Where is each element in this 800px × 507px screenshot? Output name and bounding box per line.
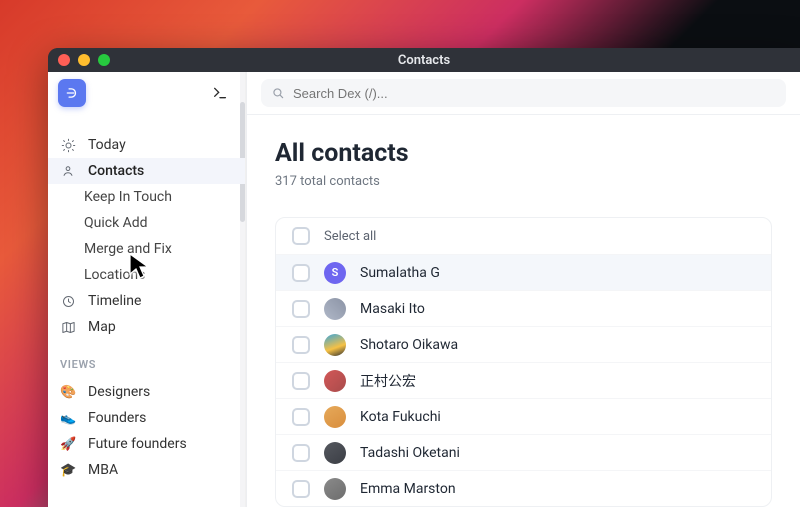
nav-label: Quick Add	[84, 215, 148, 231]
view-mba[interactable]: 🎓 MBA	[48, 457, 245, 483]
palette-icon: 🎨	[60, 385, 76, 400]
select-all-label: Select all	[324, 229, 376, 244]
sun-icon	[60, 138, 76, 153]
avatar	[324, 334, 346, 356]
view-future-founders[interactable]: 🚀 Future founders	[48, 431, 245, 457]
nav-keep-in-touch[interactable]: Keep In Touch	[48, 184, 245, 210]
contact-row[interactable]: Masaki Ito	[276, 290, 771, 326]
row-checkbox[interactable]	[292, 480, 310, 498]
window-controls	[58, 54, 110, 66]
row-checkbox[interactable]	[292, 300, 310, 318]
row-checkbox[interactable]	[292, 336, 310, 354]
shoe-icon: 👟	[60, 411, 76, 426]
minimize-window-button[interactable]	[78, 54, 90, 66]
maximize-window-button[interactable]	[98, 54, 110, 66]
contact-row[interactable]: S Sumalatha G	[276, 254, 771, 290]
page-title: All contacts	[275, 139, 772, 168]
close-window-button[interactable]	[58, 54, 70, 66]
contact-row[interactable]: 正村公宏	[276, 362, 771, 398]
row-checkbox[interactable]	[292, 264, 310, 282]
searchbar-container	[247, 72, 800, 115]
titlebar: Contacts	[48, 48, 800, 72]
nav-label: Map	[88, 319, 116, 335]
main-panel: All contacts 317 total contacts Select a…	[246, 72, 800, 507]
command-palette-button[interactable]	[205, 72, 235, 114]
contact-row[interactable]: Tadashi Oketani	[276, 434, 771, 470]
row-checkbox[interactable]	[292, 444, 310, 462]
searchbar[interactable]	[261, 79, 786, 107]
nav-merge-and-fix[interactable]: Merge and Fix	[48, 236, 245, 262]
contact-name: Sumalatha G	[360, 265, 440, 281]
app-content: Today Contacts Keep In Touch Quick Add M…	[48, 72, 800, 507]
view-label: MBA	[88, 462, 118, 478]
clock-icon	[60, 294, 76, 309]
views-header: VIEWS	[48, 340, 245, 379]
sidebar: Today Contacts Keep In Touch Quick Add M…	[48, 72, 246, 507]
avatar	[324, 370, 346, 392]
nav-today[interactable]: Today	[48, 132, 245, 158]
select-all-checkbox[interactable]	[292, 227, 310, 245]
row-checkbox[interactable]	[292, 408, 310, 426]
select-all-row[interactable]: Select all	[276, 218, 771, 254]
contact-name: 正村公宏	[360, 371, 416, 391]
view-label: Designers	[88, 384, 150, 400]
row-checkbox[interactable]	[292, 372, 310, 390]
nav-timeline[interactable]: Timeline	[48, 288, 245, 314]
contacts-list: Select all S Sumalatha G Masaki Ito	[275, 217, 772, 507]
nav-label: Locations	[84, 267, 145, 283]
nav-label: Timeline	[88, 293, 141, 309]
contact-row[interactable]: Kota Fukuchi	[276, 398, 771, 434]
avatar	[324, 478, 346, 500]
nav-label: Keep In Touch	[84, 189, 172, 205]
map-icon	[60, 320, 76, 335]
rocket-icon: 🚀	[60, 437, 76, 452]
view-founders[interactable]: 👟 Founders	[48, 405, 245, 431]
contact-name: Tadashi Oketani	[360, 445, 460, 461]
search-icon	[271, 86, 285, 100]
view-label: Future founders	[88, 436, 187, 452]
search-input[interactable]	[293, 86, 776, 101]
nav-label: Merge and Fix	[84, 241, 172, 257]
contact-name: Shotaro Oikawa	[360, 337, 458, 353]
contact-row[interactable]: Shotaro Oikawa	[276, 326, 771, 362]
window-title: Contacts	[48, 53, 800, 68]
app-window: Contacts Today	[48, 48, 800, 507]
sidebar-nav: Today Contacts Keep In Touch Quick Add M…	[48, 114, 245, 483]
page-subtitle: 317 total contacts	[275, 174, 772, 189]
nav-map[interactable]: Map	[48, 314, 245, 340]
contact-name: Masaki Ito	[360, 301, 425, 317]
nav-contacts[interactable]: Contacts	[48, 158, 245, 184]
person-icon	[60, 164, 76, 178]
avatar	[324, 442, 346, 464]
view-label: Founders	[88, 410, 146, 426]
avatar	[324, 298, 346, 320]
avatar	[324, 406, 346, 428]
avatar: S	[324, 262, 346, 284]
contact-name: Kota Fukuchi	[360, 409, 441, 425]
nav-label: Contacts	[88, 163, 144, 179]
view-designers[interactable]: 🎨 Designers	[48, 379, 245, 405]
app-logo[interactable]	[58, 79, 86, 107]
graduation-cap-icon: 🎓	[60, 463, 76, 478]
contact-name: Emma Marston	[360, 481, 456, 497]
nav-quick-add[interactable]: Quick Add	[48, 210, 245, 236]
nav-label: Today	[88, 137, 126, 153]
nav-locations[interactable]: Locations	[48, 262, 245, 288]
sidebar-header	[48, 72, 245, 114]
main-body: All contacts 317 total contacts Select a…	[247, 115, 800, 507]
contact-row[interactable]: Emma Marston	[276, 470, 771, 506]
